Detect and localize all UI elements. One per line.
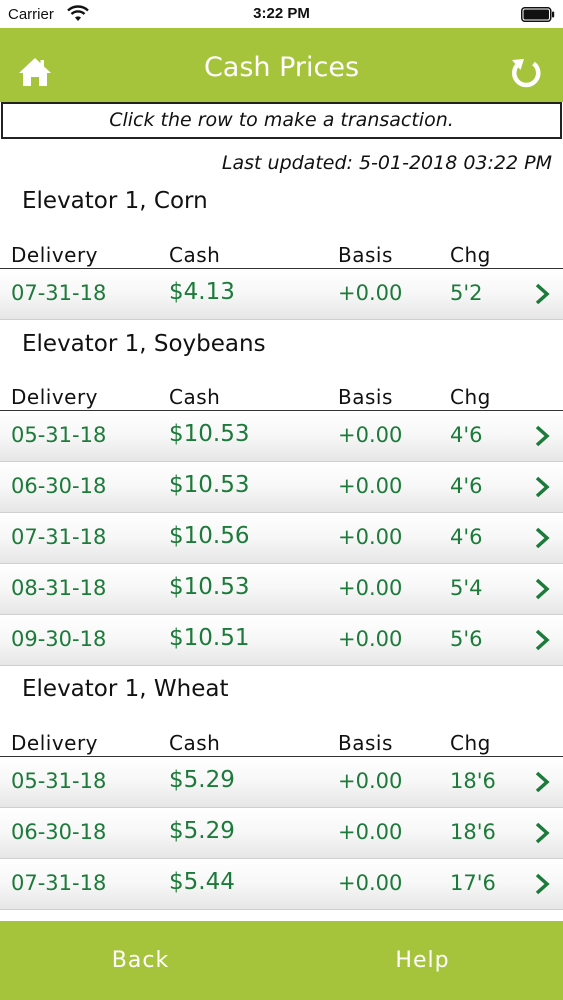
change-value: 5'6 [450,627,483,651]
change-value: 18'6 [450,769,496,793]
last-updated-label: Last updated: 5-01-2018 03:22 PM [221,152,552,174]
help-button[interactable]: Help [282,921,563,1000]
delivery-date: 05-31-18 [11,423,107,447]
price-row[interactable]: 07-31-18 $5.44 +0.00 17'6 [0,859,563,910]
chevron-right-icon [535,578,550,600]
change-value: 17'6 [450,871,496,895]
refresh-icon[interactable] [509,56,543,90]
column-header-chg: Chg [450,243,491,267]
column-header-delivery: Delivery [11,243,99,267]
basis-value: +0.00 [338,525,403,549]
price-row[interactable]: 06-30-18 $10.53 +0.00 4'6 [0,462,563,513]
column-header-row: Delivery Cash Basis Chg [0,729,563,757]
column-header-basis: Basis [338,731,393,755]
basis-value: +0.00 [338,474,403,498]
cash-price: $5.44 [169,869,235,895]
cash-price: $5.29 [169,767,235,793]
column-header-row: Delivery Cash Basis Chg [0,241,563,269]
change-value: 5'2 [450,281,483,305]
basis-value: +0.00 [338,281,403,305]
change-value: 4'6 [450,474,483,498]
cash-price: $5.29 [169,818,235,844]
price-row[interactable]: 09-30-18 $10.51 +0.00 5'6 [0,615,563,666]
delivery-date: 06-30-18 [11,474,107,498]
delivery-date: 06-30-18 [11,820,107,844]
price-row[interactable]: 08-31-18 $10.53 +0.00 5'4 [0,564,563,615]
section-title-wheat: Elevator 1, Wheat [22,676,229,702]
change-value: 5'4 [450,576,483,600]
delivery-date: 08-31-18 [11,576,107,600]
delivery-date: 09-30-18 [11,627,107,651]
basis-value: +0.00 [338,871,403,895]
cash-price: $4.13 [169,279,235,305]
column-header-chg: Chg [450,731,491,755]
back-button[interactable]: Back [0,921,281,1000]
basis-value: +0.00 [338,576,403,600]
instruction-banner: Click the row to make a transaction. [1,102,562,139]
basis-value: +0.00 [338,820,403,844]
column-header-cash: Cash [169,731,221,755]
price-row[interactable]: 05-31-18 $5.29 +0.00 18'6 [0,757,563,808]
status-bar: Carrier 3:22 PM [0,0,563,28]
column-header-cash: Cash [169,385,221,409]
column-header-delivery: Delivery [11,385,99,409]
column-header-row: Delivery Cash Basis Chg [0,383,563,411]
chevron-right-icon [535,527,550,549]
chevron-right-icon [535,873,550,895]
footer-bar: Back Help [0,921,563,1000]
cash-price: $10.56 [169,523,250,549]
basis-value: +0.00 [338,627,403,651]
cash-price: $10.53 [169,472,250,498]
section-title-corn: Elevator 1, Corn [22,188,208,214]
basis-value: +0.00 [338,423,403,447]
chevron-right-icon [535,283,550,305]
change-value: 18'6 [450,820,496,844]
column-header-basis: Basis [338,385,393,409]
clock: 3:22 PM [253,5,310,22]
delivery-date: 07-31-18 [11,871,107,895]
section-title-soybeans: Elevator 1, Soybeans [22,331,266,357]
chevron-right-icon [535,425,550,447]
column-header-basis: Basis [338,243,393,267]
delivery-date: 05-31-18 [11,769,107,793]
nav-header: Cash Prices [0,28,563,102]
cash-price: $10.53 [169,574,250,600]
chevron-right-icon [535,822,550,844]
delivery-date: 07-31-18 [11,525,107,549]
chevron-right-icon [535,629,550,651]
chevron-right-icon [535,771,550,793]
battery-icon [521,7,555,22]
change-value: 4'6 [450,525,483,549]
column-header-cash: Cash [169,243,221,267]
price-row[interactable]: 07-31-18 $4.13 +0.00 5'2 [0,269,563,320]
column-header-delivery: Delivery [11,731,99,755]
basis-value: +0.00 [338,769,403,793]
page-title: Cash Prices [203,52,360,83]
change-value: 4'6 [450,423,483,447]
price-row[interactable]: 06-30-18 $5.29 +0.00 18'6 [0,808,563,859]
column-header-chg: Chg [450,385,491,409]
price-row[interactable]: 07-31-18 $10.56 +0.00 4'6 [0,513,563,564]
chevron-right-icon [535,476,550,498]
delivery-date: 07-31-18 [11,281,107,305]
cash-price: $10.51 [169,625,250,651]
price-row[interactable]: 05-31-18 $10.53 +0.00 4'6 [0,411,563,462]
cash-price: $10.53 [169,421,250,447]
